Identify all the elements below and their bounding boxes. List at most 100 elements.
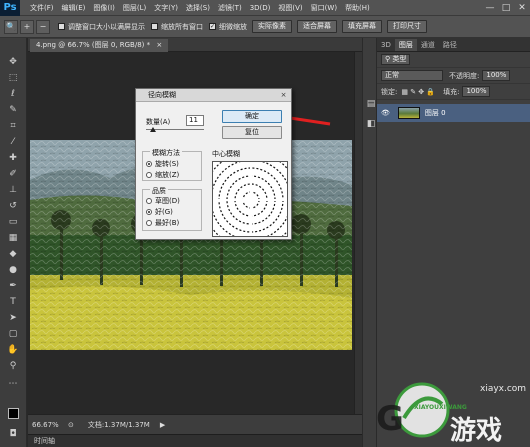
menu-image[interactable]: 图像(I) [89, 0, 119, 16]
dodge-tool-icon[interactable]: ● [6, 264, 20, 276]
menu-3d[interactable]: 3D(D) [246, 0, 275, 16]
gradient-tool-icon[interactable]: ▦ [6, 232, 20, 244]
tab-layers[interactable]: 图层 [394, 39, 417, 51]
zoom-out-icon[interactable]: − [36, 19, 50, 34]
tab-close-icon[interactable]: × [156, 41, 162, 49]
tools-panel: ✥ ⬚ ℓ ✎ ⌗ ⁄ ✚ ✐ ⊥ ↺ ▭ ▦ ◆ ● ✒ T ➤ ▢ ✋ ⚲ … [0, 38, 27, 447]
shape-tool-icon[interactable]: ▢ [6, 328, 20, 340]
eraser-tool-icon[interactable]: ▭ [6, 216, 20, 228]
zoom-tool-icon[interactable]: ⚲ [6, 360, 20, 372]
menu-select[interactable]: 选择(S) [182, 0, 214, 16]
resize-windows-checkbox[interactable]: 调整窗口大小以满屏显示 [58, 22, 145, 32]
actual-pixels-button[interactable]: 实际像素 [252, 20, 292, 33]
menu-type[interactable]: 文字(Y) [150, 0, 182, 16]
menu-help[interactable]: 帮助(H) [341, 0, 374, 16]
layer-row[interactable]: 👁 图层 0 [377, 104, 530, 122]
zoom-tool-icon[interactable]: 🔍 [4, 19, 18, 34]
stamp-tool-icon[interactable]: ⊥ [6, 184, 20, 196]
layer-filter-label: 类型 [392, 55, 407, 63]
tab-channels[interactable]: 通道 [417, 39, 439, 51]
document-info[interactable]: 文档:1.37M/1.37M [88, 420, 150, 430]
method-zoom-radio[interactable]: 缩放(Z) [146, 170, 179, 180]
close-icon[interactable]: ✕ [514, 0, 530, 16]
tab-paths[interactable]: 路径 [439, 39, 461, 51]
vertical-scrollbar[interactable] [354, 52, 362, 414]
eye-icon[interactable]: 👁 [381, 109, 390, 117]
quality-best-radio[interactable]: 最好(B) [146, 218, 179, 228]
minimize-icon[interactable]: — [482, 0, 498, 16]
path-select-tool-icon[interactable]: ➤ [6, 312, 20, 324]
fit-screen-button[interactable]: 适合屏幕 [297, 20, 337, 33]
healing-tool-icon[interactable]: ✚ [6, 152, 20, 164]
document-tab[interactable]: 4.png @ 66.7% (图层 0, RGB/8) * × [30, 39, 169, 52]
dialog-close-icon[interactable]: × [279, 91, 288, 100]
opacity-input[interactable]: 100% [482, 70, 511, 81]
eyedropper-tool-icon[interactable]: ⁄ [6, 136, 20, 148]
quick-select-tool-icon[interactable]: ✎ [6, 104, 20, 116]
radio-selected-icon [146, 161, 152, 167]
menu-view[interactable]: 视图(V) [274, 0, 306, 16]
radio-selected-icon [146, 209, 152, 215]
maximize-icon[interactable]: □ [498, 0, 514, 16]
document-tab-label: 4.png @ 66.7% (图层 0, RGB/8) * [36, 41, 151, 49]
lasso-tool-icon[interactable]: ℓ [6, 88, 20, 100]
tab-3d[interactable]: 3D [377, 39, 395, 51]
checkmark-icon: ✓ [209, 23, 216, 30]
quality-good-label: 好(G) [155, 208, 173, 216]
fill-input[interactable]: 100% [462, 86, 491, 97]
reset-button[interactable]: 复位 [222, 126, 282, 139]
more-tools-icon[interactable]: ⋯ [6, 378, 20, 390]
layers-panel-tabs: 3D 图层 通道 路径 [377, 38, 530, 52]
menu-window[interactable]: 窗口(W) [307, 0, 341, 16]
ok-button[interactable]: 确定 [222, 110, 282, 123]
print-size-button[interactable]: 打印尺寸 [387, 20, 427, 33]
quality-draft-label: 草图(D) [155, 197, 180, 205]
amount-input[interactable]: 11 [186, 115, 204, 126]
quick-mask-icon[interactable]: ◘ [6, 428, 20, 440]
blend-opacity-row: 正常 不透明度: 100% [377, 68, 530, 84]
menu-bar: Ps 文件(F) 编辑(E) 图像(I) 图层(L) 文字(Y) 选择(S) 滤… [0, 0, 530, 16]
menu-layer[interactable]: 图层(L) [119, 0, 150, 16]
timeline-tab[interactable]: 时间轴 [28, 434, 362, 447]
zoom-all-checkbox[interactable]: 缩放所有窗口 [151, 22, 203, 32]
scrubby-zoom-checkbox[interactable]: ✓ 细微缩放 [209, 22, 247, 32]
document-tab-bar: 4.png @ 66.7% (图层 0, RGB/8) * × [28, 38, 362, 52]
quality-label: 品质 [150, 186, 168, 196]
brush-tool-icon[interactable]: ✐ [6, 168, 20, 180]
lock-fill-row: 锁定: ▦ ✎ ✥ 🔒 填充: 100% [377, 84, 530, 100]
quality-draft-radio[interactable]: 草图(D) [146, 196, 180, 206]
layer-filter-select[interactable]: ⚲ 类型 [381, 54, 411, 65]
blur-tool-icon[interactable]: ◆ [6, 248, 20, 260]
move-tool-icon[interactable]: ✥ [6, 56, 20, 68]
menu-file[interactable]: 文件(F) [26, 0, 58, 16]
slider-thumb-icon[interactable] [150, 127, 156, 132]
blur-method-label: 模糊方法 [150, 148, 182, 158]
method-spin-radio[interactable]: 旋转(S) [146, 159, 179, 169]
fill-screen-button[interactable]: 填充屏幕 [342, 20, 382, 33]
zoom-in-icon[interactable]: + [20, 19, 34, 34]
blur-center-preview[interactable] [212, 161, 288, 237]
marquee-tool-icon[interactable]: ⬚ [6, 72, 20, 84]
amount-label: 数量(A) [146, 118, 171, 126]
crop-tool-icon[interactable]: ⌗ [6, 120, 20, 132]
quality-good-radio[interactable]: 好(G) [146, 207, 173, 217]
foreground-color-swatch[interactable] [8, 408, 19, 419]
layer-name[interactable]: 图层 0 [425, 108, 446, 118]
status-arrow-icon[interactable]: ▶ [160, 421, 165, 429]
history-brush-icon[interactable]: ↺ [6, 200, 20, 212]
menu-edit[interactable]: 编辑(E) [58, 0, 90, 16]
pen-tool-icon[interactable]: ✒ [6, 280, 20, 292]
fill-label: 填充: [443, 87, 460, 96]
type-tool-icon[interactable]: T [6, 296, 20, 308]
zoom-all-label: 缩放所有窗口 [161, 22, 203, 31]
photoshop-window: Ps 文件(F) 编辑(E) 图像(I) 图层(L) 文字(Y) 选择(S) 滤… [0, 0, 530, 447]
status-icon[interactable]: ⊙ [68, 421, 74, 429]
zoom-level[interactable]: 66.67% [32, 421, 66, 429]
radial-blur-dialog: 径向模糊 × 数量(A) 11 确定 复位 模糊方法 旋转(S) 缩放(Z) 品… [135, 88, 292, 240]
blend-mode-select[interactable]: 正常 [381, 70, 443, 81]
options-bar: 🔍 + − 调整窗口大小以满屏显示 缩放所有窗口 ✓ 细微缩放 实际像素 适合屏幕… [0, 16, 530, 38]
lock-icons[interactable]: ▦ ✎ ✥ 🔒 [401, 88, 435, 96]
lock-label: 锁定: [381, 87, 398, 96]
hand-tool-icon[interactable]: ✋ [6, 344, 20, 356]
menu-filter[interactable]: 滤镜(T) [214, 0, 246, 16]
